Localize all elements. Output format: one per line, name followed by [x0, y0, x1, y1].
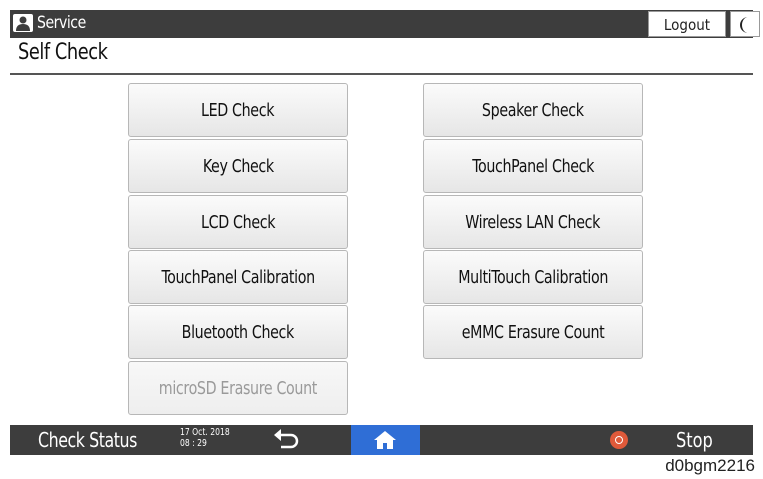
user-icon [13, 14, 33, 32]
microsd-erasure-count-label: microSD Erasure Count [158, 377, 318, 399]
multitouch-calibration-label: MultiTouch Calibration [458, 266, 608, 288]
touchpanel-calibration-label: TouchPanel Calibration [161, 266, 315, 288]
date-time: 17 Oct. 2018 08 : 29 [180, 427, 230, 449]
led-check-label: LED Check [201, 99, 275, 121]
emmc-erasure-count-button[interactable]: eMMC Erasure Count [423, 305, 643, 359]
logout-button[interactable]: Logout [648, 11, 726, 37]
multitouch-calibration-button[interactable]: MultiTouch Calibration [423, 250, 643, 304]
home-button[interactable] [351, 425, 420, 455]
speaker-check-button[interactable]: Speaker Check [423, 83, 643, 137]
speaker-check-label: Speaker Check [482, 99, 584, 121]
page-title: Self Check [18, 40, 108, 65]
led-check-button[interactable]: LED Check [128, 83, 348, 137]
bluetooth-check-button[interactable]: Bluetooth Check [128, 305, 348, 359]
key-check-button[interactable]: Key Check [128, 139, 348, 193]
lcd-check-label: LCD Check [200, 211, 276, 233]
wireless-lan-check-button[interactable]: Wireless LAN Check [423, 195, 643, 249]
stop-button[interactable]: Stop [676, 428, 713, 452]
back-arrow-icon[interactable] [273, 429, 303, 455]
date-text: 17 Oct. 2018 [180, 427, 230, 438]
check-status-button[interactable]: Check Status [38, 428, 137, 452]
top-bar: Service Logout [10, 10, 760, 38]
service-mode-label: Service [37, 13, 86, 33]
figure-caption: d0bgm2216 [665, 456, 755, 475]
time-text: 08 : 29 [180, 438, 207, 449]
home-icon [374, 431, 396, 449]
moon-icon[interactable] [730, 11, 760, 37]
microsd-erasure-count-button: microSD Erasure Count [128, 361, 348, 415]
key-check-label: Key Check [202, 155, 274, 177]
emmc-erasure-count-label: eMMC Erasure Count [461, 321, 605, 343]
touchpanel-check-label: TouchPanel Check [472, 155, 594, 177]
bluetooth-check-label: Bluetooth Check [181, 321, 295, 343]
wireless-lan-check-label: Wireless LAN Check [465, 211, 601, 233]
touchpanel-calibration-button[interactable]: TouchPanel Calibration [128, 250, 348, 304]
title-divider [10, 73, 753, 75]
lcd-check-button[interactable]: LCD Check [128, 195, 348, 249]
bottom-bar: Check Status 17 Oct. 2018 08 : 29 Stop [10, 425, 753, 455]
touchpanel-check-button[interactable]: TouchPanel Check [423, 139, 643, 193]
stop-icon [610, 431, 628, 449]
